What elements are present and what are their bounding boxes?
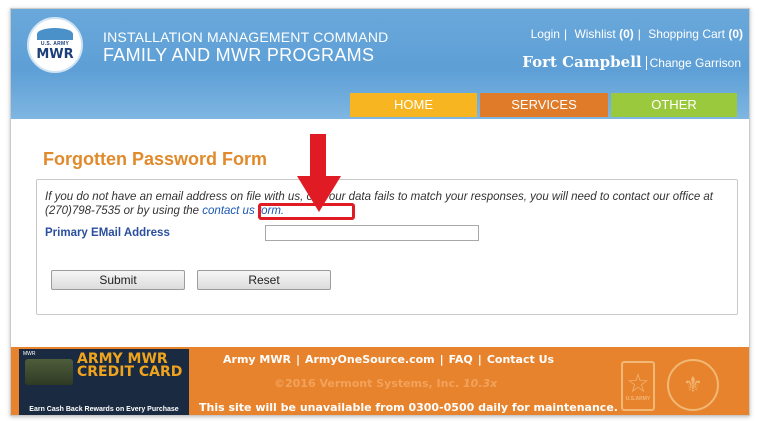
page-title: Forgotten Password Form [43, 149, 268, 169]
org-line-2: FAMILY AND MWR PROGRAMS [103, 45, 375, 65]
army-star-badge: ☆ U.S.ARMY [621, 361, 655, 411]
nav-tab-home[interactable]: HOME [350, 93, 477, 117]
top-links: Login | Wishlist (0) | Shopping Cart (0) [530, 27, 743, 41]
footer-links: Army MWR | ArmyOneSource.com | FAQ | Contact U… [223, 353, 555, 366]
banner-title: ARMY MWR CREDIT CARD [77, 352, 183, 380]
footer-link-faq[interactable]: FAQ [449, 353, 473, 366]
footer-link-armyonesource[interactable]: ArmyOneSource.com [305, 353, 435, 366]
org-line-1: INSTALLATION MANAGEMENT COMMAND [103, 29, 389, 45]
nav-tab-services[interactable]: SERVICES [480, 93, 608, 117]
cart-label: Shopping Cart [648, 27, 725, 41]
nav-tab-other[interactable]: OTHER [611, 93, 737, 117]
garrison-name: Fort Campbell [522, 53, 642, 71]
version-text: 10.3x [463, 377, 498, 390]
email-input[interactable] [265, 225, 479, 241]
copyright-text: ©2016 Vermont Systems, Inc. [274, 377, 460, 390]
site-header: U.S. ARMY MWR INSTALLATION MANAGEMENT CO… [11, 9, 749, 119]
maintenance-notice: This site will be unavailable from 0300-… [199, 401, 618, 414]
email-label: Primary EMail Address [45, 227, 170, 239]
garrison-selector: Fort Campbell Change Garrison [522, 53, 741, 72]
shopping-cart-link[interactable]: Shopping Cart (0) [648, 27, 743, 41]
annotation-arrow-icon [297, 134, 341, 212]
star-icon: ☆ [626, 368, 650, 398]
main-content: Forgotten Password Form If you do not ha… [11, 119, 749, 347]
submit-button[interactable]: Submit [51, 270, 185, 290]
info-message: If you do not have an email address on f… [45, 191, 713, 217]
army-mwr-logo[interactable]: U.S. ARMY MWR [27, 17, 83, 73]
banner-logo: MWR [23, 351, 36, 357]
reset-button[interactable]: Reset [197, 270, 331, 290]
wishlist-count: (0) [619, 27, 634, 41]
command-seal-icon: ⚜ [667, 359, 719, 411]
logo-big-text: MWR [36, 47, 74, 62]
login-link[interactable]: Login [531, 27, 560, 41]
info-text: If you do not have an email address on f… [45, 190, 735, 218]
wishlist-label: Wishlist [574, 27, 616, 41]
banner-title-line-2: CREDIT CARD [77, 364, 183, 380]
badge-label: U.S.ARMY [625, 396, 651, 402]
site-footer: MWR ARMY MWR CREDIT CARD Earn Cash Back R… [11, 347, 749, 415]
credit-card-banner[interactable]: MWR ARMY MWR CREDIT CARD Earn Cash Back R… [19, 349, 189, 415]
footer-link-contact-us[interactable]: Contact Us [487, 353, 554, 366]
tank-image [25, 359, 73, 385]
change-garrison-link[interactable]: Change Garrison [645, 56, 741, 70]
cart-count: (0) [728, 27, 743, 41]
password-form-panel: If you do not have an email address on f… [36, 179, 738, 315]
globe-icon [37, 28, 73, 40]
wishlist-link[interactable]: Wishlist (0) [574, 27, 633, 41]
copyright: ©2016 Vermont Systems, Inc. 10.3x [274, 377, 497, 390]
footer-link-army-mwr[interactable]: Army MWR [223, 353, 291, 366]
browser-page: U.S. ARMY MWR INSTALLATION MANAGEMENT CO… [10, 8, 750, 416]
banner-subtitle: Earn Cash Back Rewards on Every Purchase [29, 406, 179, 413]
